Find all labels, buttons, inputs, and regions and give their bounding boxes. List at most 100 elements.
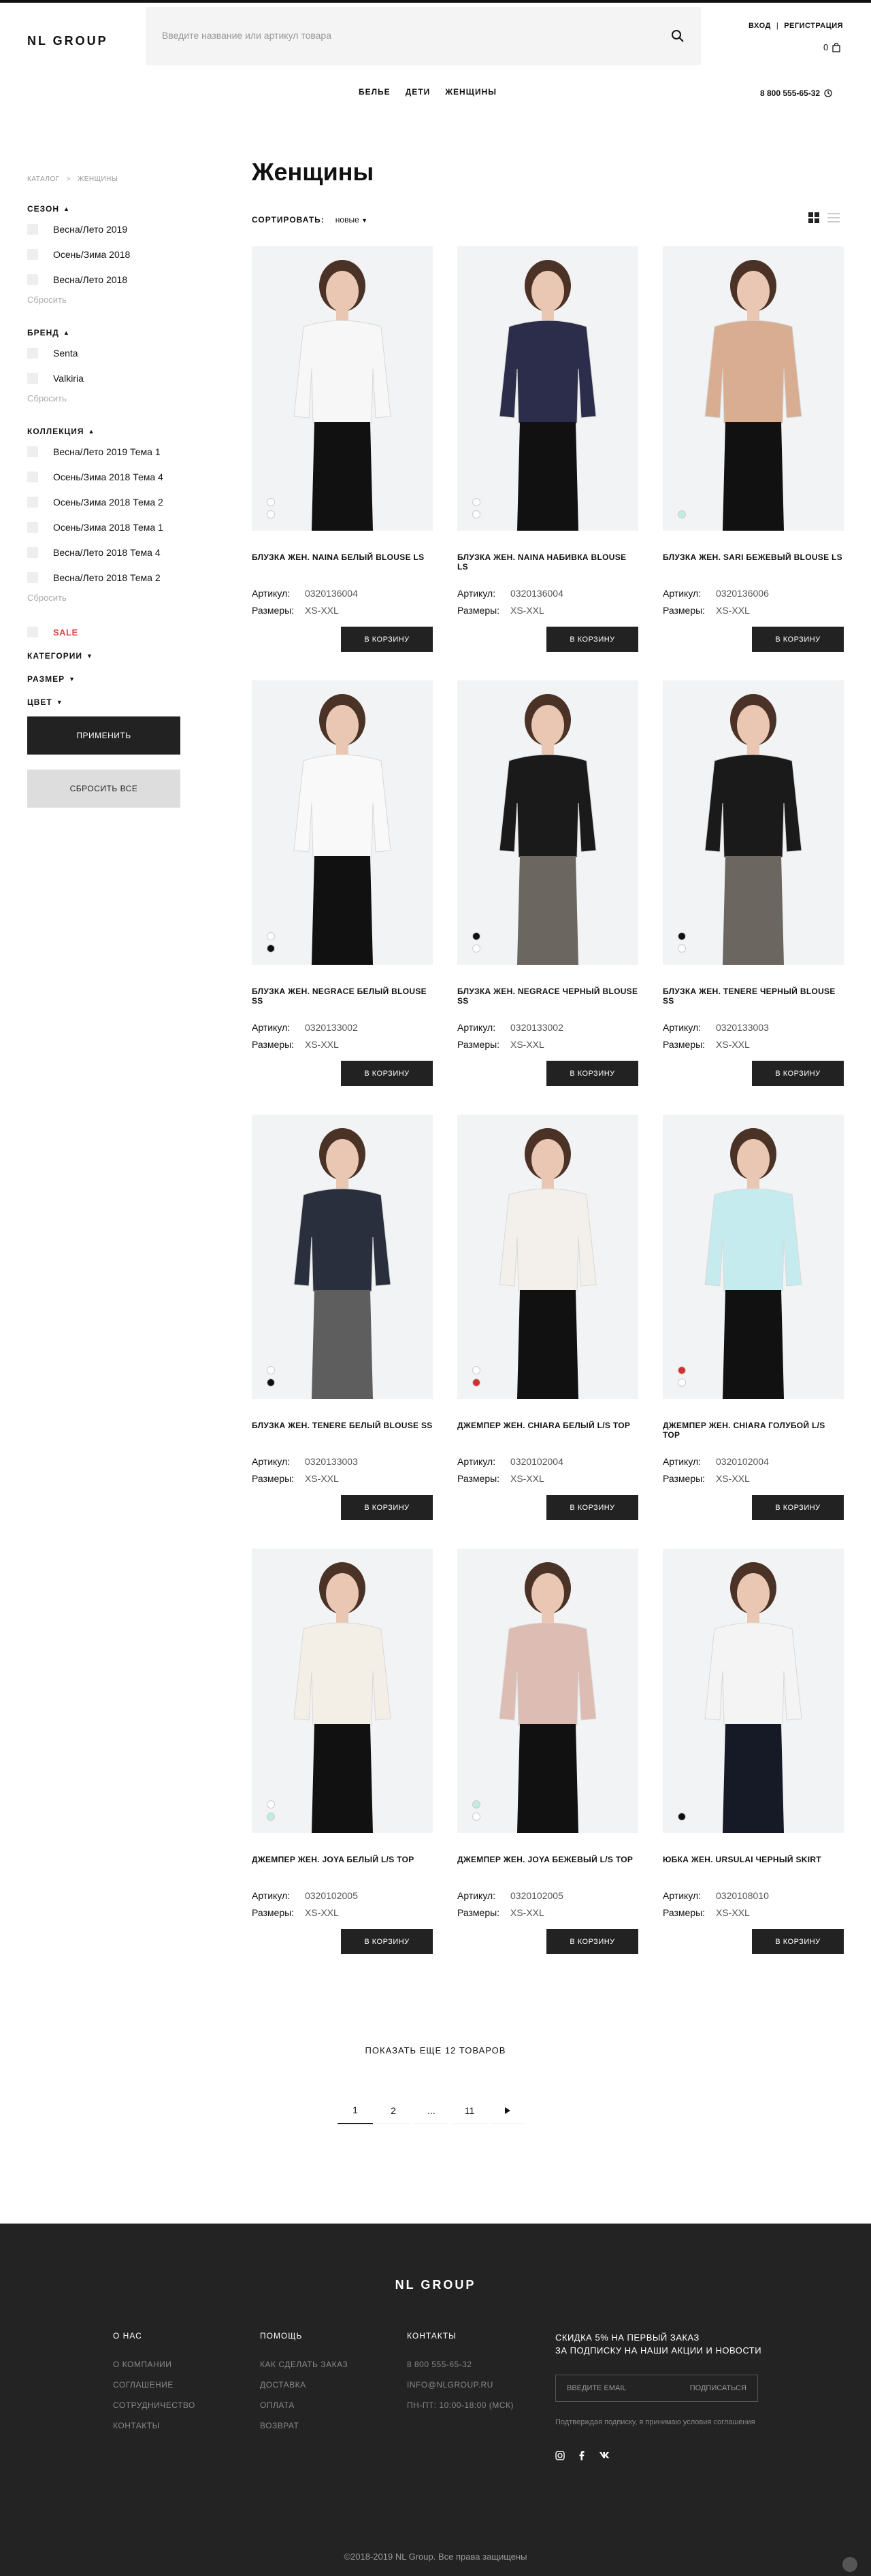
checkbox[interactable] (27, 373, 38, 384)
footer-phone[interactable]: 8 800 555-65-32 (407, 2360, 514, 2369)
color-swatch[interactable] (678, 1813, 686, 1821)
checkbox[interactable] (27, 547, 38, 558)
product-image[interactable] (457, 680, 638, 965)
color-swatch[interactable] (472, 1366, 480, 1374)
product-card[interactable]: ДЖЕМПЕР ЖЕН. CHIARA БЕЛЫЙ L/S TOP Артику… (457, 1114, 638, 1523)
color-swatch[interactable] (267, 498, 275, 506)
filter-reset-link[interactable]: Сбросить (27, 295, 180, 305)
add-to-cart-button[interactable]: В КОРЗИНУ (341, 627, 433, 652)
product-name[interactable]: БЛУЗКА ЖЕН. SARI БЕЖЕВЫЙ BLOUSE LS (663, 552, 844, 562)
checkbox[interactable] (27, 497, 38, 508)
product-name[interactable]: ДЖЕМПЕР ЖЕН. CHIARA БЕЛЫЙ L/S TOP (457, 1421, 638, 1430)
product-card[interactable]: БЛУЗКА ЖЕН. TENERE ЧЕРНЫЙ BLOUSE SS Арти… (663, 680, 844, 1089)
product-name[interactable]: БЛУЗКА ЖЕН. TENERE БЕЛЫЙ BLOUSE SS (252, 1421, 433, 1430)
product-image[interactable] (457, 246, 638, 531)
add-to-cart-button[interactable]: В КОРЗИНУ (752, 1061, 844, 1086)
product-image[interactable] (663, 1114, 844, 1399)
filter-option[interactable]: Весна/Лето 2019 (27, 223, 180, 235)
checkbox[interactable] (27, 348, 38, 359)
subscribe-button[interactable]: ПОДПИСАТЬСЯ (690, 2384, 746, 2392)
product-card[interactable]: ДЖЕМПЕР ЖЕН. CHIARA ГОЛУБОЙ L/S TOP Арти… (663, 1114, 844, 1523)
add-to-cart-button[interactable]: В КОРЗИНУ (341, 1061, 433, 1086)
filter-option[interactable]: Осень/Зима 2018 Тема 4 (27, 471, 180, 483)
filter-option[interactable]: Осень/Зима 2018 (27, 248, 180, 261)
color-swatch[interactable] (678, 932, 686, 940)
filter-brand-header[interactable]: БРЕНД ▲ (27, 328, 180, 337)
product-card[interactable]: БЛУЗКА ЖЕН. NEGRACE ЧЕРНЫЙ BLOUSE SS Арт… (457, 680, 638, 1089)
footer-link[interactable]: ОПЛАТА (260, 2400, 348, 2410)
product-name[interactable]: БЛУЗКА ЖЕН. NAINA БЕЛЫЙ BLOUSE LS (252, 552, 433, 562)
filter-season-header[interactable]: СЕЗОН ▲ (27, 204, 180, 214)
footer-link[interactable]: СОТРУДНИЧЕСТВО (113, 2400, 195, 2410)
add-to-cart-button[interactable]: В КОРЗИНУ (546, 1929, 638, 1954)
color-swatch[interactable] (678, 1366, 686, 1374)
product-name[interactable]: БЛУЗКА ЖЕН. TENERE ЧЕРНЫЙ BLOUSE SS (663, 987, 844, 1006)
color-swatch[interactable] (472, 1813, 480, 1821)
breadcrumb-catalog[interactable]: КАТАЛОГ (27, 176, 60, 183)
product-image[interactable] (663, 1549, 844, 1833)
add-to-cart-button[interactable]: В КОРЗИНУ (752, 1929, 844, 1954)
product-name[interactable]: БЛУЗКА ЖЕН. NEGRACE БЕЛЫЙ BLOUSE SS (252, 987, 433, 1006)
nav-item-underwear[interactable]: БЕЛЬЕ (359, 87, 391, 97)
product-name[interactable]: ДЖЕМПЕР ЖЕН. CHIARA ГОЛУБОЙ L/S TOP (663, 1421, 844, 1440)
filter-sale[interactable]: SALE (27, 626, 180, 638)
product-name[interactable]: ЮБКА ЖЕН. URSULAI ЧЕРНЫЙ SKIRT (663, 1855, 844, 1864)
login-link[interactable]: ВХОД (749, 22, 771, 30)
product-card[interactable]: БЛУЗКА ЖЕН. TENERE БЕЛЫЙ BLOUSE SS Артик… (252, 1114, 433, 1523)
email-input[interactable]: ВВЕДИТЕ EMAIL (567, 2384, 627, 2392)
widget-icon[interactable] (842, 2557, 857, 2572)
color-swatch[interactable] (678, 1378, 686, 1387)
product-image[interactable] (252, 246, 433, 531)
instagram-icon[interactable] (555, 2451, 565, 2460)
checkbox[interactable] (27, 249, 38, 260)
sort-select[interactable]: новые ▼ (335, 215, 367, 225)
load-more-link[interactable]: ПОКАЗАТЬ ЕЩЕ 12 ТОВАРОВ (0, 2045, 871, 2055)
color-swatch[interactable] (472, 1800, 480, 1809)
footer-link[interactable]: О КОМПАНИИ (113, 2360, 195, 2369)
filter-option[interactable]: Весна/Лето 2019 Тема 1 (27, 446, 180, 458)
color-swatch[interactable] (267, 510, 275, 518)
product-image[interactable] (252, 1549, 433, 1833)
product-image[interactable] (252, 680, 433, 965)
product-image[interactable] (252, 1114, 433, 1399)
filter-color-header[interactable]: ЦВЕТ ▼ (27, 697, 180, 707)
filter-option[interactable]: Весна/Лето 2018 Тема 4 (27, 546, 180, 559)
vk-icon[interactable] (599, 2451, 611, 2459)
cart[interactable]: 0 (823, 42, 840, 52)
page-link-11[interactable]: 11 (452, 2097, 487, 2124)
color-swatch[interactable] (267, 944, 275, 953)
filter-categories-header[interactable]: КАТЕГОРИИ ▼ (27, 651, 180, 661)
add-to-cart-button[interactable]: В КОРЗИНУ (546, 1495, 638, 1520)
header-phone[interactable]: 8 800 555-65-32 (760, 88, 832, 98)
product-card[interactable]: БЛУЗКА ЖЕН. NAINA НАБИВКА BLOUSE LS Арти… (457, 246, 638, 655)
filter-reset-link[interactable]: Сбросить (27, 593, 180, 603)
add-to-cart-button[interactable]: В КОРЗИНУ (752, 627, 844, 652)
search-input[interactable] (162, 27, 652, 44)
register-link[interactable]: РЕГИСТРАЦИЯ (784, 22, 843, 30)
nav-item-kids[interactable]: ДЕТИ (406, 87, 431, 97)
product-card[interactable]: ЮБКА ЖЕН. URSULAI ЧЕРНЫЙ SKIRT Артикул: 0… (663, 1549, 844, 1957)
checkbox[interactable] (27, 472, 38, 482)
color-swatch[interactable] (472, 944, 480, 953)
filter-collection-header[interactable]: КОЛЛЕКЦИЯ ▲ (27, 427, 180, 436)
color-swatch[interactable] (472, 1378, 480, 1387)
facebook-icon[interactable] (578, 2451, 585, 2460)
color-swatch[interactable] (678, 944, 686, 953)
product-name[interactable]: БЛУЗКА ЖЕН. NAINA НАБИВКА BLOUSE LS (457, 552, 638, 572)
product-card[interactable]: ДЖЕМПЕР ЖЕН. JOYA БЕЛЫЙ L/S TOP Артикул:… (252, 1549, 433, 1957)
arrow-right-icon[interactable] (490, 2097, 525, 2124)
page-link-2[interactable]: 2 (376, 2097, 411, 2124)
footer-logo[interactable]: NL GROUP (0, 2278, 871, 2292)
grid-view-icon[interactable] (808, 212, 819, 223)
color-swatch[interactable] (267, 932, 275, 940)
filter-option[interactable]: Весна/Лето 2018 Тема 2 (27, 572, 180, 584)
product-card[interactable]: ДЖЕМПЕР ЖЕН. JOYA БЕЖЕВЫЙ L/S TOP Артику… (457, 1549, 638, 1957)
page-link-1[interactable]: 1 (338, 2097, 373, 2124)
logo[interactable]: NL GROUP (27, 34, 108, 48)
color-swatch[interactable] (678, 510, 686, 518)
filter-option[interactable]: Осень/Зима 2018 Тема 2 (27, 496, 180, 508)
filter-option[interactable]: Senta (27, 347, 180, 359)
product-card[interactable]: БЛУЗКА ЖЕН. NAINA БЕЛЫЙ BLOUSE LS Артику… (252, 246, 433, 655)
nav-item-women[interactable]: ЖЕНЩИНЫ (445, 87, 497, 97)
color-swatch[interactable] (472, 932, 480, 940)
